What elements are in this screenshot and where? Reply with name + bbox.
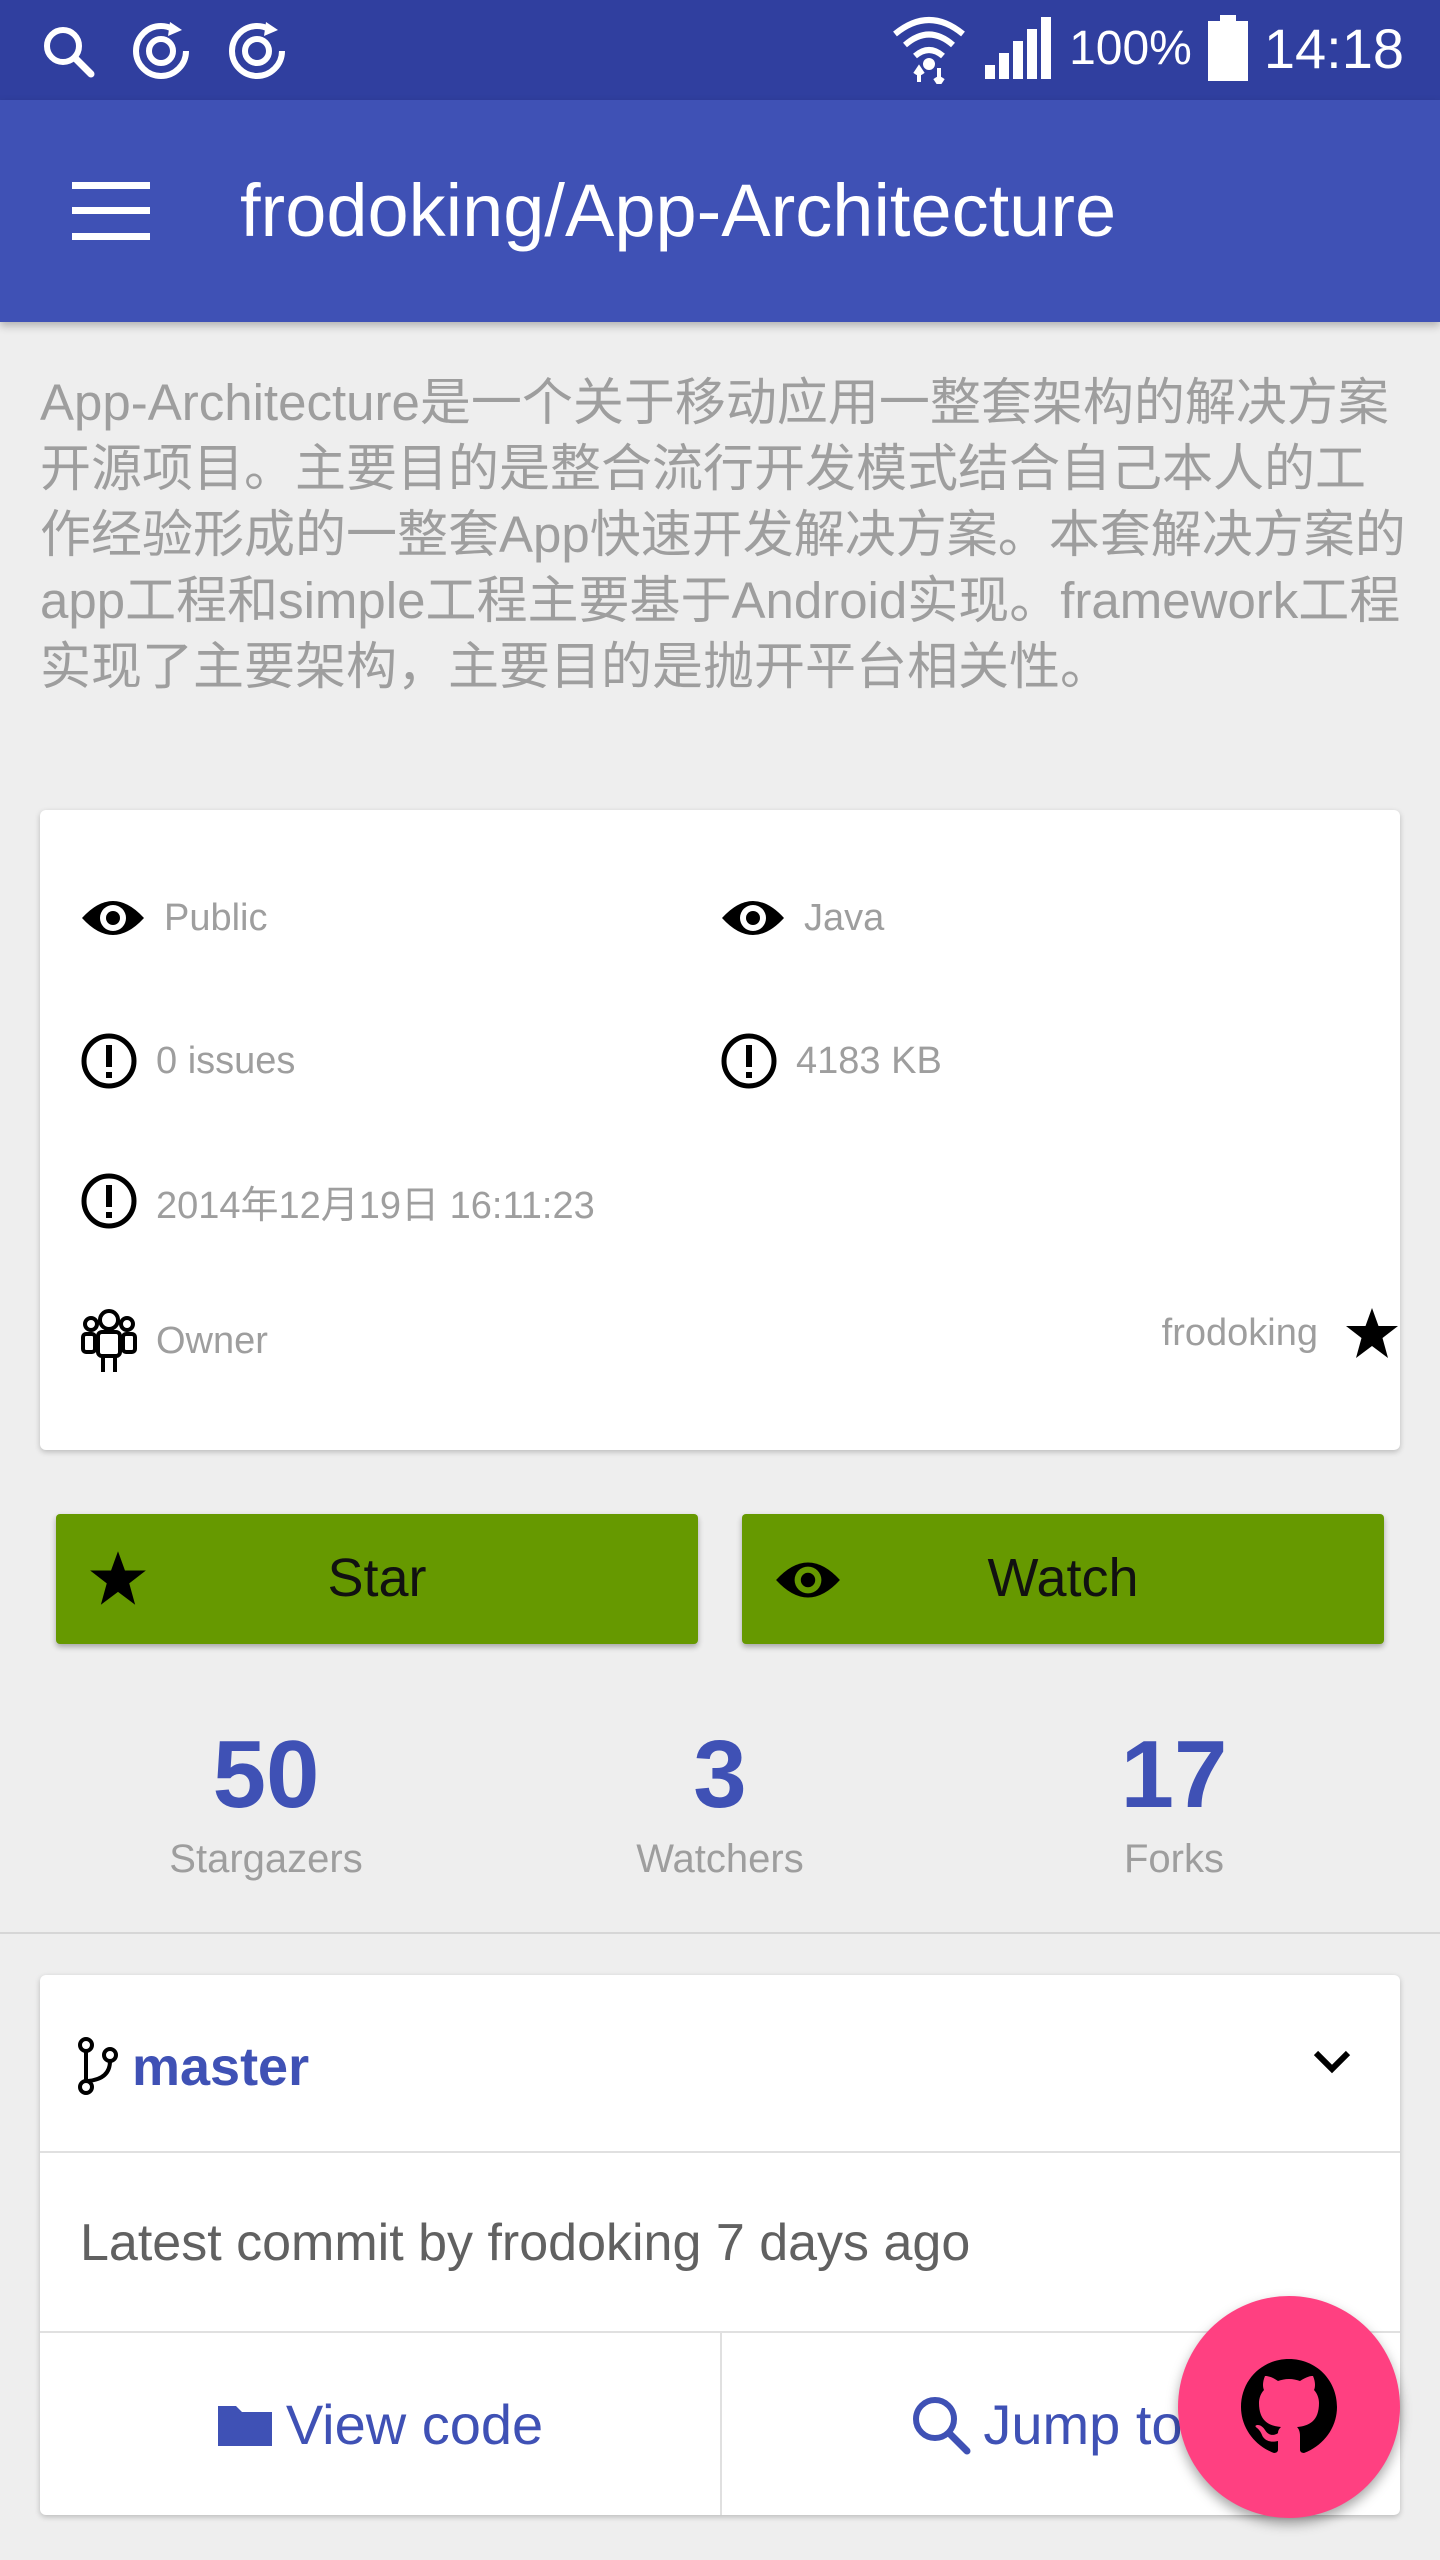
visibility-row: Public <box>80 894 268 942</box>
owner-icon <box>81 1309 137 1372</box>
github-icon <box>1239 2357 1339 2457</box>
owner-link[interactable]: frodoking <box>1162 1306 1400 1360</box>
repo-description: App-Architecture是一个关于移动应用一整套架构的解决方案开源项目。… <box>40 374 1406 695</box>
git-branch-icon <box>78 2037 118 2095</box>
star-icon <box>1346 1308 1398 1358</box>
search-icon <box>44 27 95 78</box>
owner-name[interactable]: frodoking <box>1162 1312 1318 1355</box>
clock: 14:18 <box>1263 16 1404 80</box>
latest-commit-text: Latest commit by frodoking 7 days ago <box>80 2214 971 2272</box>
sync-icon <box>229 22 285 79</box>
folder-icon <box>217 2406 272 2446</box>
watchers-stat[interactable]: 3 Watchers <box>570 1720 870 1884</box>
sync-icon <box>133 22 189 79</box>
app-bar: frodoking/App-Architecture <box>0 100 1440 322</box>
battery-percentage: 100% <box>1069 21 1192 75</box>
size-row: 4183 KB <box>720 1032 942 1090</box>
wifi-icon <box>893 17 965 84</box>
github-fab[interactable] <box>1178 2296 1400 2518</box>
branch-name: master <box>132 2037 310 2097</box>
search-icon <box>913 2397 971 2455</box>
date-text: 2014年12月19日 16:11:23 <box>156 1184 595 1227</box>
language-text: Java <box>804 896 885 939</box>
watch-button[interactable]: Watch <box>742 1514 1384 1644</box>
stargazers-count: 50 <box>212 1721 320 1828</box>
section-divider <box>0 1932 1440 1934</box>
view-code-label: View code <box>285 2392 544 2456</box>
watch-button-label: Watch <box>987 1548 1139 1608</box>
eye-icon <box>82 901 144 935</box>
view-code-button[interactable]: View code <box>40 2333 719 2515</box>
status-bar: 100% 14:18 <box>0 0 1440 100</box>
latest-commit-row[interactable]: Latest commit by frodoking 7 days ago <box>40 2153 1400 2333</box>
size-text: 4183 KB <box>796 1039 942 1082</box>
forks-count: 17 <box>1120 1721 1228 1828</box>
page-title: frodoking/App-Architecture <box>240 169 1117 252</box>
forks-label: Forks <box>1124 1837 1224 1881</box>
alert-circle-icon <box>81 1033 137 1089</box>
repo-stats: 50 Stargazers 3 Watchers 17 Forks <box>0 1720 1440 1930</box>
issues-text: 0 issues <box>156 1039 296 1082</box>
alert-circle-icon <box>721 1033 777 1089</box>
watchers-count: 3 <box>693 1721 747 1828</box>
date-row: 2014年12月19日 16:11:23 <box>80 1172 595 1230</box>
visibility-text: Public <box>164 896 268 939</box>
watchers-label: Watchers <box>636 1837 804 1881</box>
issues-row: 0 issues <box>80 1032 295 1090</box>
star-button-label: Star <box>327 1548 427 1608</box>
chevron-down-icon[interactable] <box>1312 2049 1352 2075</box>
signal-icon <box>985 17 1052 79</box>
alert-circle-icon <box>81 1173 137 1229</box>
battery-icon <box>1207 15 1248 81</box>
status-left-icons <box>40 20 288 82</box>
status-right: 100% 14:18 <box>891 12 1404 84</box>
menu-icon[interactable] <box>72 182 150 240</box>
stargazers-label: Stargazers <box>169 1837 363 1881</box>
stargazers-stat[interactable]: 50 Stargazers <box>116 1720 416 1884</box>
eye-icon <box>722 901 784 935</box>
language-row: Java <box>720 894 884 942</box>
forks-stat[interactable]: 17 Forks <box>1024 1720 1324 1884</box>
owner-label: Owner <box>156 1319 268 1362</box>
star-button[interactable]: Star <box>56 1514 698 1644</box>
owner-row: Owner <box>80 1308 268 1374</box>
branch-selector[interactable]: master <box>40 1975 1400 2153</box>
